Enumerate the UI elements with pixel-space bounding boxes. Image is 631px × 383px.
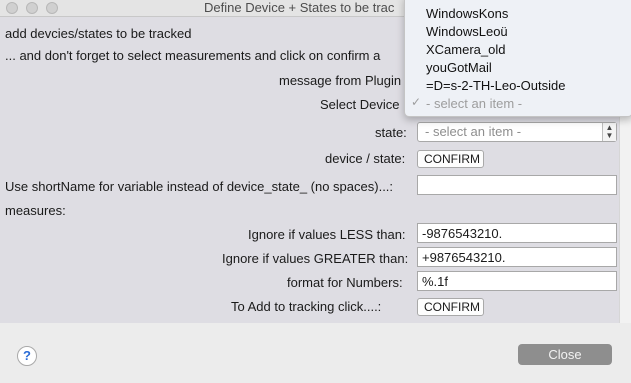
zoom-window-button[interactable] <box>46 2 58 14</box>
device-menu-item[interactable]: youGotMail <box>426 60 492 75</box>
plugin-message: message from Plugin <box>279 73 402 88</box>
format-label: format for Numbers: <box>287 275 403 290</box>
help-button[interactable]: ? <box>17 346 37 366</box>
device-state-label: device / state: <box>325 151 406 166</box>
state-select[interactable]: - select an item - ▲ ▼ <box>417 122 617 142</box>
confirm-add-tracking-button[interactable]: CONFIRM <box>417 298 484 316</box>
intro-line-2: ... and don't forget to select measureme… <box>5 48 381 63</box>
to-add-label: To Add to tracking click....: <box>231 299 382 314</box>
checkmark-icon: ✓ <box>411 95 422 109</box>
confirm-device-state-button[interactable]: CONFIRM <box>417 150 484 168</box>
ignore-less-label: Ignore if values LESS than: <box>248 227 406 242</box>
device-dropdown-menu[interactable]: WindowsKons WindowsLeoü XCamera_old youG… <box>404 0 631 117</box>
shortname-input[interactable] <box>417 175 617 195</box>
ignore-greater-label: Ignore if values GREATER than: <box>222 251 409 266</box>
device-menu-item[interactable]: WindowsKons <box>426 6 508 21</box>
ignore-less-input[interactable]: -9876543210. <box>417 223 617 243</box>
state-label: state: <box>375 125 407 140</box>
select-arrows-icon: ▲ ▼ <box>602 123 616 141</box>
device-menu-item[interactable]: WindowsLeoü <box>426 24 508 39</box>
device-menu-item[interactable]: XCamera_old <box>426 42 506 57</box>
device-menu-item-selected[interactable]: - select an item - <box>426 96 522 111</box>
state-select-value: - select an item - <box>425 124 522 139</box>
measures-label: measures: <box>5 203 66 218</box>
minimize-window-button[interactable] <box>26 2 38 14</box>
shortname-label: Use shortName for variable instead of de… <box>5 179 394 194</box>
close-button[interactable]: Close <box>518 344 612 365</box>
format-input[interactable]: %.1f <box>417 271 617 291</box>
intro-line-1: add devcies/states to be tracked <box>5 26 192 41</box>
device-menu-item[interactable]: =D=s-2-TH-Leo-Outside <box>426 78 565 93</box>
close-window-button[interactable] <box>6 2 18 14</box>
window-title: Define Device + States to be trac <box>204 0 395 15</box>
ignore-greater-input[interactable]: +9876543210. <box>417 247 617 267</box>
select-device-label: Select Device <box>320 97 400 112</box>
